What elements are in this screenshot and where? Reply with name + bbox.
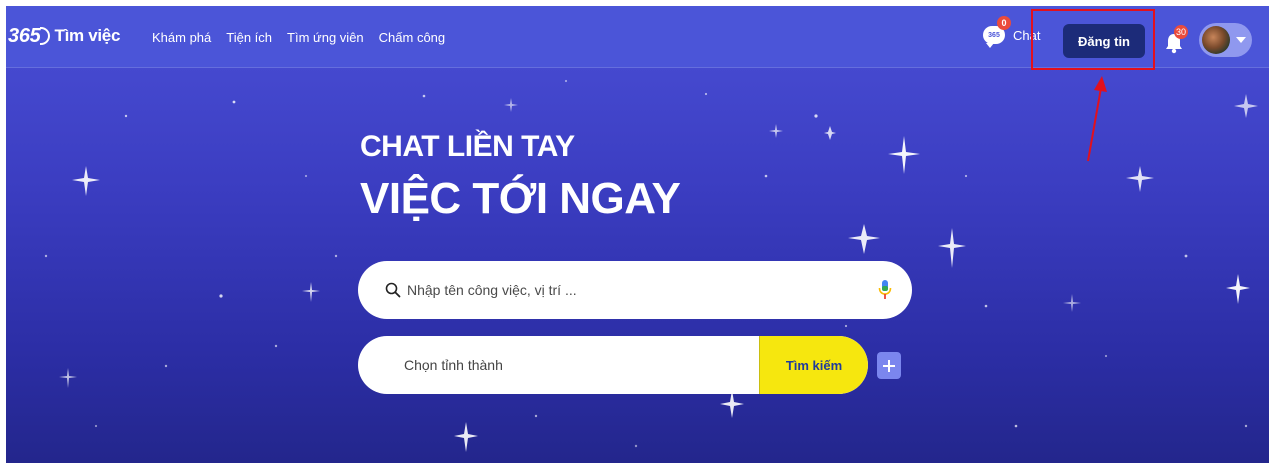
location-select[interactable]: Chọn tỉnh thành Tìm kiếm	[358, 336, 868, 394]
avatar	[1202, 26, 1230, 54]
nav-item-cham-cong[interactable]: Chấm công	[379, 30, 445, 45]
nav-item-tien-ich[interactable]: Tiện ích	[226, 30, 272, 45]
search-icon	[385, 282, 401, 298]
annotation-highlight-box	[1031, 9, 1155, 70]
site-logo[interactable]: 365 Tìm việc	[8, 18, 120, 54]
nav-item-tim-ung-vien[interactable]: Tìm ứng viên	[287, 30, 364, 45]
logo-swoosh-icon	[40, 27, 51, 45]
chevron-down-icon	[1236, 37, 1246, 43]
notification-button[interactable]: 30	[1163, 25, 1189, 54]
hero-title-line2: VIỆC TỚI NGAY	[360, 174, 681, 223]
microphone-icon[interactable]	[878, 279, 892, 301]
plus-icon	[883, 359, 895, 372]
add-filter-button[interactable]	[877, 352, 901, 379]
annotation-arrow-line	[1087, 87, 1102, 162]
chat-badge: 0	[997, 16, 1011, 30]
starry-background	[44, 76, 1258, 452]
account-menu[interactable]	[1199, 23, 1252, 57]
job-search-bar	[358, 261, 912, 319]
job-search-input[interactable]	[407, 282, 847, 298]
nav-item-kham-pha[interactable]: Khám phá	[152, 30, 211, 45]
page-frame: 365 Tìm việc Khám phá Tiện ích Tìm ứng v…	[6, 6, 1269, 463]
chat-icon-text: 365	[988, 31, 1000, 39]
chat-icon: 365 0	[983, 16, 1011, 48]
location-select-label: Chọn tỉnh thành	[404, 357, 503, 373]
hero-title-line1: CHAT LIỀN TAY	[360, 130, 575, 163]
notification-badge: 30	[1174, 25, 1189, 39]
main-nav: Khám phá Tiện ích Tìm ứng viên Chấm công	[152, 6, 460, 68]
logo-number: 365	[8, 24, 41, 47]
search-button[interactable]: Tìm kiếm	[759, 336, 868, 394]
logo-text: Tìm việc	[54, 26, 121, 45]
annotation-arrow-head	[1094, 76, 1107, 92]
